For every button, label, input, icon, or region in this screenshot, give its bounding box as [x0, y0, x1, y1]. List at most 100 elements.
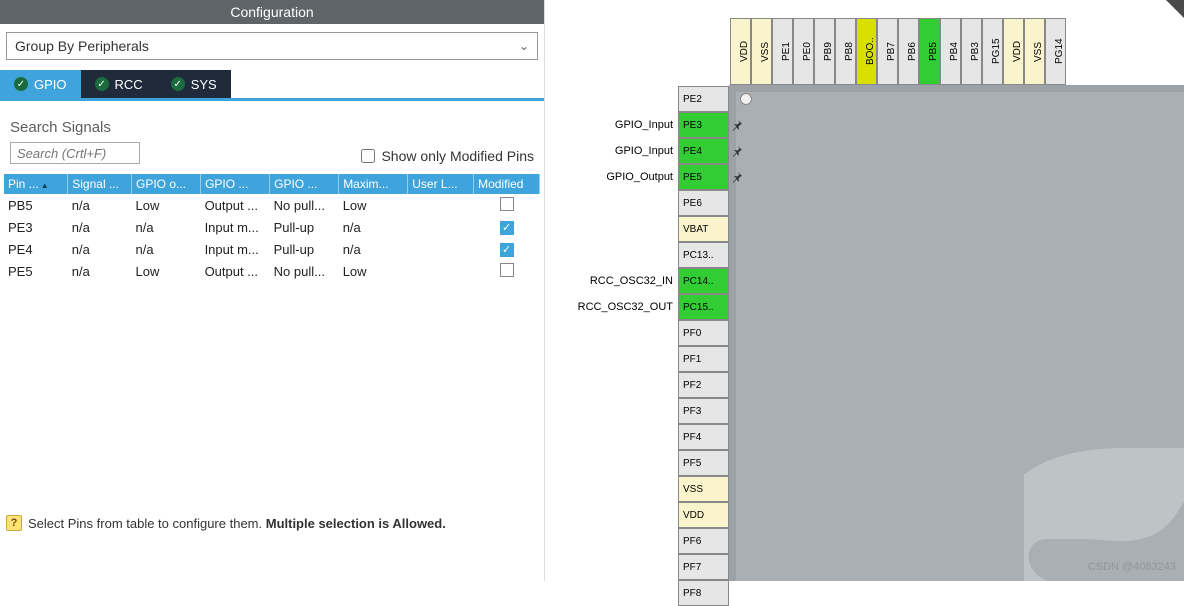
- cell: n/a: [339, 238, 408, 260]
- left-pin-pc15.[interactable]: PC15..: [678, 294, 729, 320]
- periph-tabs: ✓ GPIO ✓ RCC ✓ SYS: [0, 70, 544, 101]
- top-pin-pb6[interactable]: PB6: [898, 18, 919, 85]
- left-pin-pf6[interactable]: PF6: [678, 528, 729, 554]
- modified-cell[interactable]: ✓: [474, 216, 540, 238]
- left-pin-vdd[interactable]: VDD: [678, 502, 729, 528]
- cell: Pull-up: [270, 238, 339, 260]
- left-pin-pf1[interactable]: PF1: [678, 346, 729, 372]
- col-header[interactable]: Modified: [474, 174, 540, 194]
- left-pin-vbat[interactable]: VBAT: [678, 216, 729, 242]
- left-pin-row: RCC_OSC32_OUTPC15..: [678, 294, 729, 320]
- top-pin-pb8[interactable]: PB8: [835, 18, 856, 85]
- cell: PE5: [4, 260, 68, 282]
- left-pin-pf0[interactable]: PF0: [678, 320, 729, 346]
- show-modified-checkbox[interactable]: [361, 149, 375, 163]
- tab-label: RCC: [115, 77, 143, 92]
- cell: Low: [132, 194, 201, 216]
- cell: No pull...: [270, 194, 339, 216]
- left-pin-pe4[interactable]: PE4: [678, 138, 729, 164]
- st-logo-icon: [1024, 431, 1184, 581]
- pinout-view[interactable]: VDDVSSPE1PE0PB9PB8BOO..PB7PB6PB5PB4PB3PG…: [580, 0, 1184, 581]
- left-pin-pe2[interactable]: PE2: [678, 86, 729, 112]
- left-pin-vss[interactable]: VSS: [678, 476, 729, 502]
- left-pin-pe6[interactable]: PE6: [678, 190, 729, 216]
- pins-table: Pin ...▲Signal ...GPIO o...GPIO ...GPIO …: [4, 174, 540, 282]
- top-pin-boo..[interactable]: BOO..: [856, 18, 877, 85]
- modified-cell[interactable]: [474, 194, 540, 216]
- pushpin-icon: [731, 144, 743, 162]
- left-pin-pf2[interactable]: PF2: [678, 372, 729, 398]
- table-row[interactable]: PE5n/aLowOutput ...No pull...Low: [4, 260, 540, 282]
- top-pin-pg15[interactable]: PG15: [982, 18, 1003, 85]
- group-by-dropdown[interactable]: Group By Peripherals ⌄: [6, 32, 538, 60]
- checkbox-icon[interactable]: [500, 197, 514, 211]
- top-pin-pe1[interactable]: PE1: [772, 18, 793, 85]
- top-pin-pe0[interactable]: PE0: [793, 18, 814, 85]
- top-pin-vdd[interactable]: VDD: [1003, 18, 1024, 85]
- checkbox-icon[interactable]: ✓: [500, 221, 514, 235]
- table-row[interactable]: PE4n/an/aInput m...Pull-upn/a✓: [4, 238, 540, 260]
- cell: n/a: [68, 194, 132, 216]
- top-pin-pb4[interactable]: PB4: [940, 18, 961, 85]
- pin1-marker-icon: [740, 93, 752, 105]
- collapse-icon[interactable]: [1166, 0, 1184, 18]
- table-row[interactable]: PE3n/an/aInput m...Pull-upn/a✓: [4, 216, 540, 238]
- col-header[interactable]: GPIO ...: [201, 174, 270, 194]
- tab-label: SYS: [191, 77, 217, 92]
- checkbox-icon[interactable]: ✓: [500, 243, 514, 257]
- left-pin-row: PF7: [678, 554, 729, 580]
- modified-cell[interactable]: [474, 260, 540, 282]
- left-pin-pf7[interactable]: PF7: [678, 554, 729, 580]
- help-icon: ?: [6, 515, 22, 531]
- search-input[interactable]: [10, 142, 140, 164]
- top-pin-pb9[interactable]: PB9: [814, 18, 835, 85]
- col-header[interactable]: Maxim...: [339, 174, 408, 194]
- cell: Pull-up: [270, 216, 339, 238]
- col-header[interactable]: Signal ...: [68, 174, 132, 194]
- cell: PE3: [4, 216, 68, 238]
- watermark: CSDN @4083243: [1088, 561, 1176, 573]
- top-pin-pb7[interactable]: PB7: [877, 18, 898, 85]
- left-pin-pc14.[interactable]: PC14..: [678, 268, 729, 294]
- tab-sys[interactable]: ✓ SYS: [157, 70, 231, 98]
- show-modified-label: Show only Modified Pins: [381, 148, 534, 164]
- col-header[interactable]: GPIO ...: [270, 174, 339, 194]
- left-pin-pf4[interactable]: PF4: [678, 424, 729, 450]
- left-pin-row: PF0: [678, 320, 729, 346]
- checkbox-icon[interactable]: [500, 263, 514, 277]
- left-pin-row: RCC_OSC32_INPC14..: [678, 268, 729, 294]
- sort-asc-icon: ▲: [41, 181, 49, 190]
- cell: [408, 194, 474, 216]
- top-pin-pb3[interactable]: PB3: [961, 18, 982, 85]
- top-pin-pb5[interactable]: PB5: [919, 18, 940, 85]
- tab-gpio[interactable]: ✓ GPIO: [0, 70, 81, 98]
- cell: Low: [339, 260, 408, 282]
- show-modified-toggle[interactable]: Show only Modified Pins: [361, 148, 534, 164]
- left-pin-row: VSS: [678, 476, 729, 502]
- pin-function-label: RCC_OSC32_OUT: [558, 301, 673, 313]
- top-pin-vss[interactable]: VSS: [1024, 18, 1045, 85]
- cell: Low: [132, 260, 201, 282]
- left-pin-pe5[interactable]: PE5: [678, 164, 729, 190]
- left-pin-pe3[interactable]: PE3: [678, 112, 729, 138]
- top-pin-vdd[interactable]: VDD: [730, 18, 751, 85]
- modified-cell[interactable]: ✓: [474, 238, 540, 260]
- cell: n/a: [68, 260, 132, 282]
- col-header[interactable]: Pin ...▲: [4, 174, 68, 194]
- left-pin-pc13.[interactable]: PC13..: [678, 242, 729, 268]
- left-pin-row: GPIO_OutputPE5: [678, 164, 729, 190]
- top-pin-pg14[interactable]: PG14: [1045, 18, 1066, 85]
- left-pin-pf5[interactable]: PF5: [678, 450, 729, 476]
- tab-rcc[interactable]: ✓ RCC: [81, 70, 157, 98]
- top-pin-strip: VDDVSSPE1PE0PB9PB8BOO..PB7PB6PB5PB4PB3PG…: [730, 18, 1066, 85]
- table-row[interactable]: PB5n/aLowOutput ...No pull...Low: [4, 194, 540, 216]
- col-header[interactable]: User L...: [408, 174, 474, 194]
- top-pin-vss[interactable]: VSS: [751, 18, 772, 85]
- cell: n/a: [132, 216, 201, 238]
- left-pin-pf8[interactable]: PF8: [678, 580, 729, 606]
- left-pin-row: PF5: [678, 450, 729, 476]
- col-header[interactable]: GPIO o...: [132, 174, 201, 194]
- cell: [408, 260, 474, 282]
- left-pin-row: PF2: [678, 372, 729, 398]
- left-pin-pf3[interactable]: PF3: [678, 398, 729, 424]
